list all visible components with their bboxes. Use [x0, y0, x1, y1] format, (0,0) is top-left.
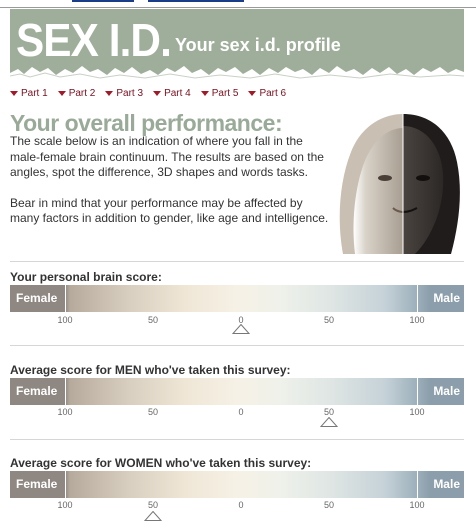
- score-label: Your personal brain score:: [10, 270, 162, 284]
- triangle-down-icon: [57, 90, 66, 96]
- male-label: Male: [433, 291, 460, 305]
- scale-separator: [65, 378, 66, 405]
- tick-label: 50: [323, 407, 335, 417]
- nav-part-4[interactable]: Part 4: [153, 86, 191, 100]
- score-marker-icon: [320, 417, 338, 427]
- brain-scale: Female Male: [10, 285, 464, 312]
- scale-separator: [65, 285, 66, 312]
- performance-paragraph: Bear in mind that your performance may b…: [10, 195, 329, 226]
- triangle-down-icon: [248, 90, 257, 96]
- tick-label: 100: [409, 315, 425, 325]
- tick-label: 100: [409, 407, 425, 417]
- triangle-down-icon: [105, 90, 114, 96]
- female-label: Female: [16, 384, 58, 398]
- tick-label: 100: [57, 407, 73, 417]
- score-marker-icon: [232, 324, 250, 334]
- nav-part-2[interactable]: Part 2: [57, 86, 95, 100]
- female-label: Female: [16, 291, 58, 305]
- tick-label: 0: [238, 407, 244, 417]
- divider: [10, 345, 464, 346]
- tick-label: 100: [57, 500, 73, 510]
- header-subtitle: Your sex i.d. profile: [175, 35, 341, 55]
- divider: [10, 439, 464, 440]
- triangle-down-icon: [10, 90, 18, 96]
- tick-label: 50: [323, 315, 335, 325]
- header-banner: SEX I.D. Your sex i.d. profile: [10, 9, 464, 81]
- scale-separator: [65, 471, 66, 498]
- tick-label: 100: [409, 500, 425, 510]
- female-label: Female: [16, 477, 58, 491]
- divider: [10, 261, 464, 262]
- top-link-underline[interactable]: [72, 0, 134, 2]
- tick-label: 50: [147, 315, 159, 325]
- male-label: Male: [433, 384, 460, 398]
- nav-part-3[interactable]: Part 3: [105, 86, 143, 100]
- score-label: Average score for MEN who've taken this …: [10, 363, 291, 377]
- score-marker-icon: [144, 511, 162, 521]
- nav-part-6[interactable]: Part 6: [248, 86, 286, 100]
- logo: SEX I.D.: [16, 14, 172, 66]
- scale-separator: [417, 471, 418, 498]
- brain-scale: Female Male: [10, 471, 464, 498]
- triangle-down-icon: [200, 90, 209, 96]
- score-label: Average score for WOMEN who've taken thi…: [10, 456, 312, 470]
- top-bar: [0, 0, 476, 8]
- male-label: Male: [433, 477, 460, 491]
- scale-separator: [417, 285, 418, 312]
- top-link-underline[interactable]: [148, 0, 244, 2]
- torn-edge: [10, 66, 464, 81]
- tick-label: 50: [147, 407, 159, 417]
- part-nav: Part 1 Part 2 Part 3 Part 4 Part 5 Part …: [10, 86, 286, 100]
- brain-scale: Female Male: [10, 378, 464, 405]
- tick-label: 50: [323, 500, 335, 510]
- performance-description: The scale below is an indication of wher…: [10, 134, 332, 227]
- nav-part-5[interactable]: Part 5: [200, 86, 238, 100]
- performance-title: Your overall performance:: [10, 110, 283, 136]
- nav-part-1[interactable]: Part 1: [10, 86, 48, 100]
- triangle-down-icon: [153, 90, 162, 96]
- scale-separator: [417, 378, 418, 405]
- scale-ticks: 100 50 0 50 100: [10, 500, 464, 512]
- tick-label: 0: [238, 500, 244, 510]
- split-face-image: [333, 112, 465, 254]
- tick-label: 100: [57, 315, 73, 325]
- scale-ticks: 100 50 0 50 100: [10, 407, 464, 419]
- performance-paragraph: The scale below is an indication of wher…: [10, 134, 324, 179]
- tick-label: 50: [147, 500, 159, 510]
